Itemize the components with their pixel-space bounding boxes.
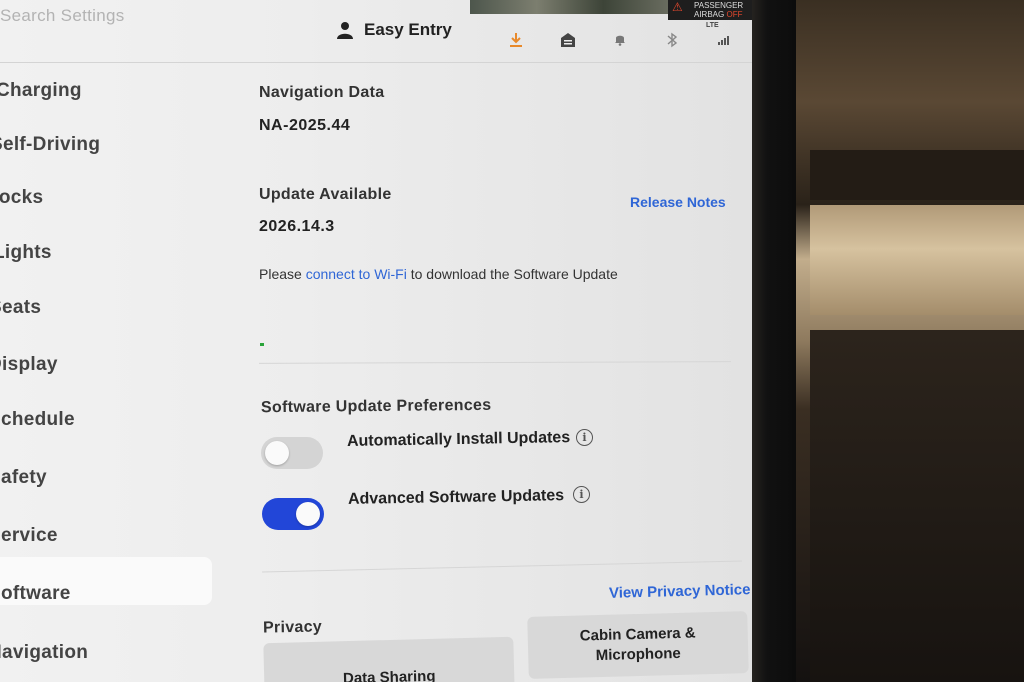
background-car-interior (780, 0, 1024, 682)
navigation-data-version: NA-2025.44 (259, 117, 351, 134)
privacy-notice-link[interactable]: View Privacy Notice (609, 581, 751, 602)
wifi-message-after: to download the Software Update (406, 266, 618, 282)
software-settings-panel: Navigation Data NA-2025.44 Update Availa… (0, 0, 752, 682)
privacy-title: Privacy (262, 618, 323, 637)
update-version: 2026.14.3 (259, 218, 335, 235)
background-band (810, 205, 1024, 315)
toggle-knob (265, 441, 289, 465)
release-notes-link[interactable]: Release Notes (630, 194, 726, 210)
update-available-label: Update Available (259, 186, 392, 203)
auto-install-toggle[interactable] (261, 437, 323, 469)
section-divider (258, 361, 732, 364)
toggle-knob (296, 502, 320, 526)
screen-bezel (748, 0, 796, 682)
wifi-message-before: Please (259, 266, 306, 282)
section-divider (262, 560, 742, 573)
cabin-camera-button[interactable]: Cabin Camera & Microphone (527, 611, 749, 679)
auto-install-label: Automatically Install Updates (346, 429, 571, 450)
cabin-camera-label: Cabin Camera & Microphone (579, 624, 696, 665)
update-preferences-title: Software Update Preferences (260, 396, 492, 417)
wifi-message: Please connect to Wi-Fi to download the … (259, 266, 618, 282)
background-band (810, 150, 1024, 200)
info-icon[interactable]: i (576, 429, 593, 446)
advanced-updates-label: Advanced Software Updates (347, 487, 565, 508)
connect-wifi-link[interactable]: connect to Wi-Fi (306, 266, 407, 282)
touchscreen: Search Settings Easy Entry LTE ⚠ PASSENG… (0, 0, 752, 682)
info-icon[interactable]: i (573, 486, 590, 503)
progress-indicator (260, 343, 264, 346)
background-band (810, 330, 1024, 682)
data-sharing-button[interactable]: Data Sharing (263, 636, 515, 682)
advanced-updates-toggle[interactable] (262, 498, 324, 530)
data-sharing-label: Data Sharing (342, 667, 436, 682)
navigation-data-label: Navigation Data (259, 84, 385, 101)
